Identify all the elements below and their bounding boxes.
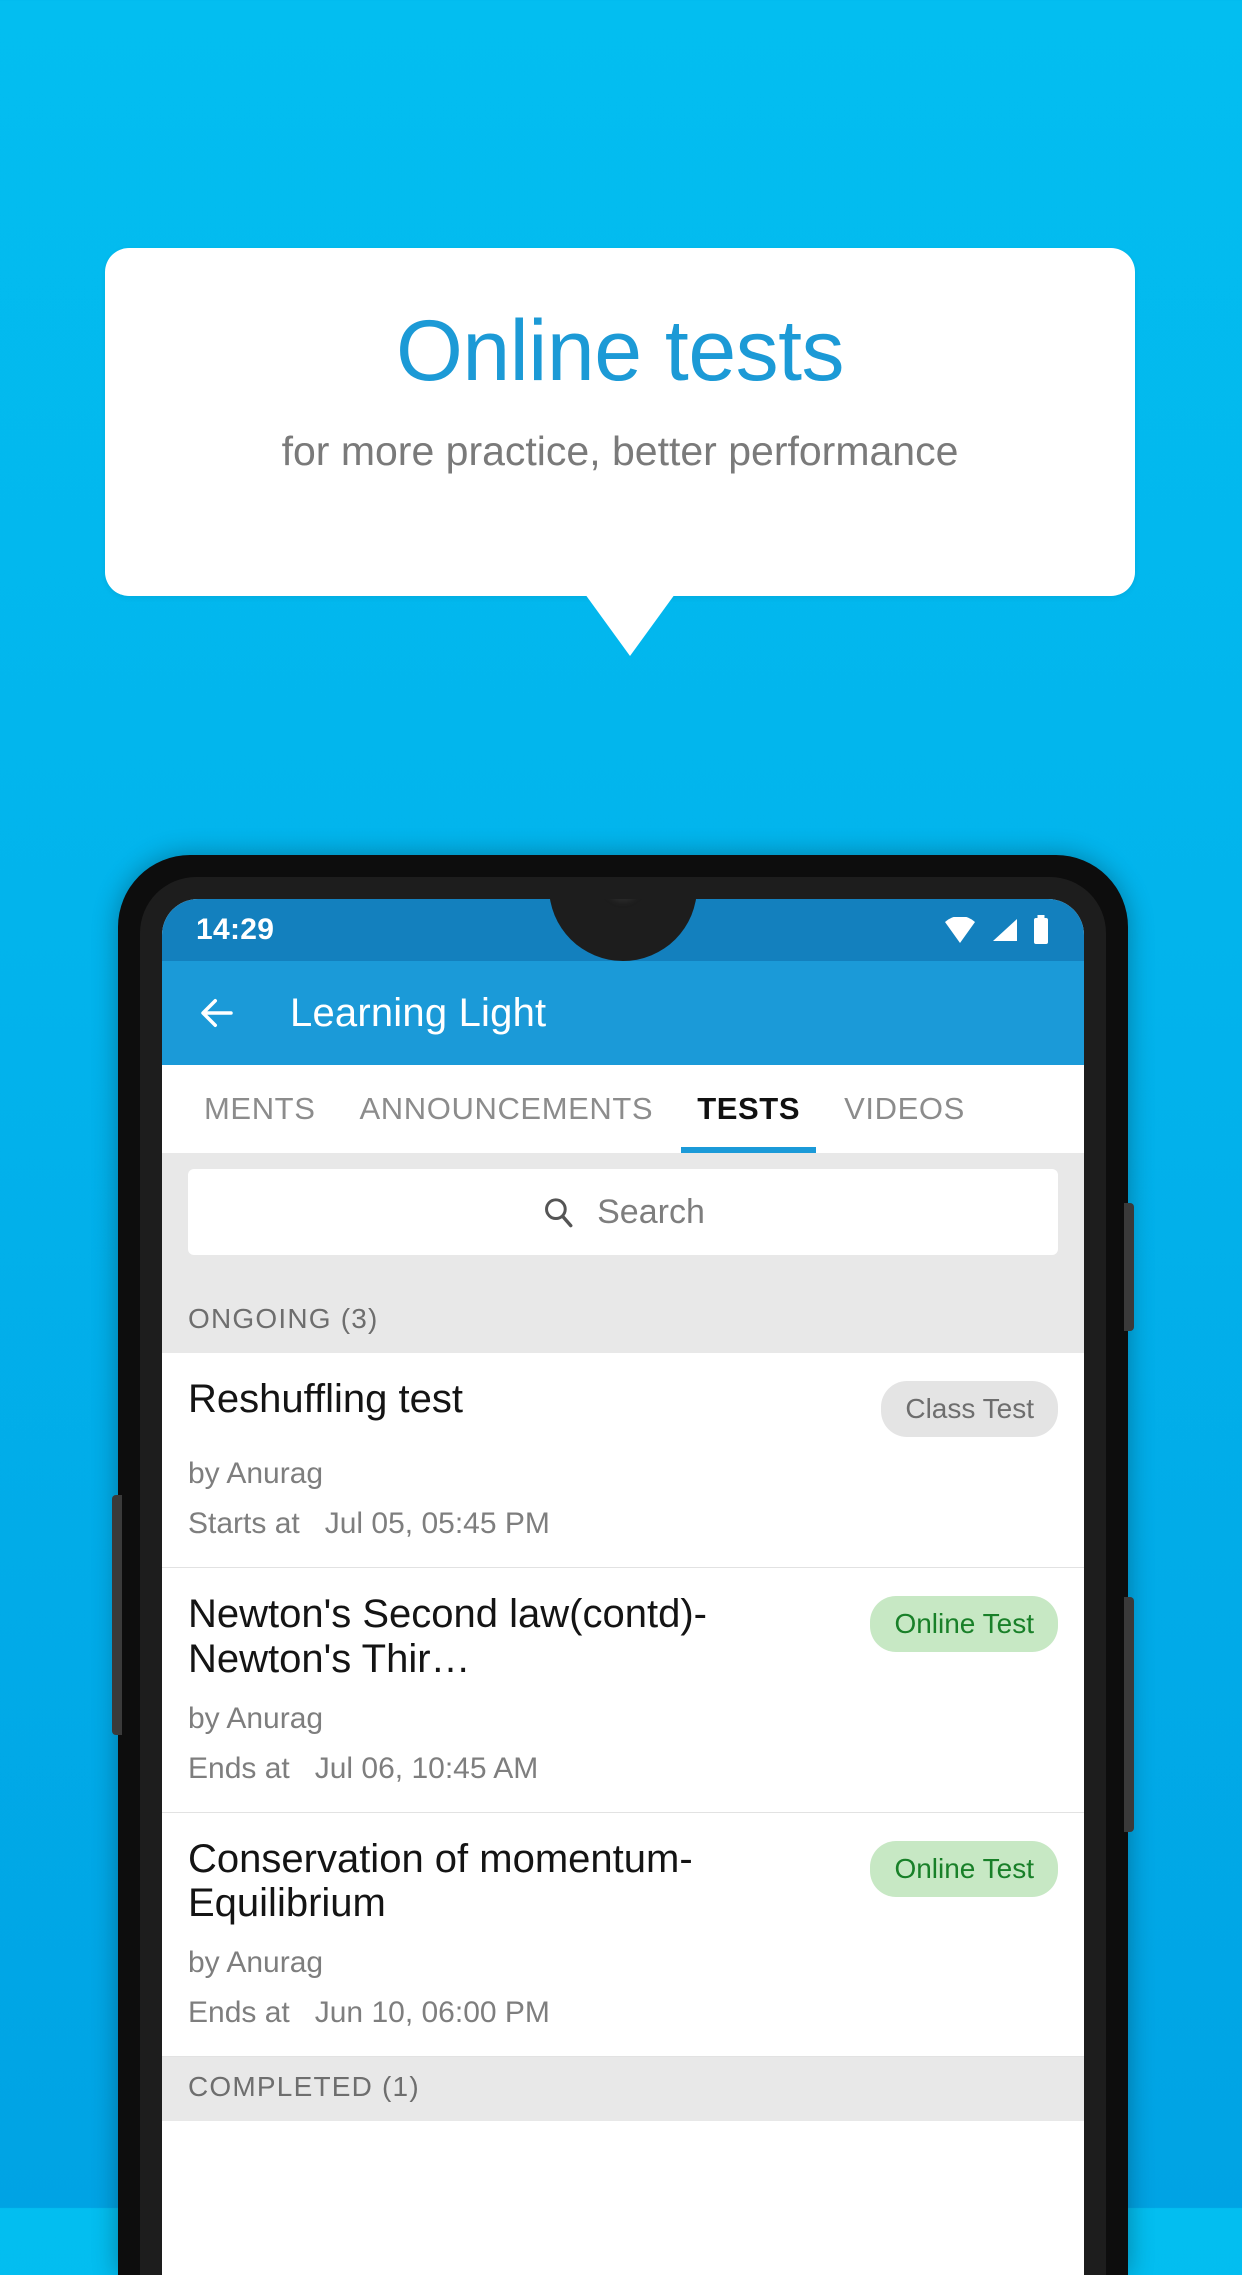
test-time-value: Jun 10, 06:00 PM [314, 1996, 550, 2030]
test-time-value: Jul 06, 10:45 AM [314, 1751, 539, 1785]
back-arrow-icon[interactable] [196, 992, 238, 1034]
test-title: Reshuffling test [188, 1377, 463, 1421]
promo-subtitle: for more practice, better performance [281, 428, 959, 474]
test-time-label: Starts at [188, 1507, 300, 1540]
test-time-label: Ends at [188, 1996, 290, 2030]
phone-device-frame: 14:29 Learning Light MENTS ANNOUNCEMENTS… [112, 855, 1134, 2275]
status-bar-icons [944, 915, 1050, 945]
search-input[interactable]: Search [188, 1169, 1058, 1255]
phone-screen: 14:29 Learning Light MENTS ANNOUNCEMENTS… [162, 899, 1084, 2275]
test-item-header: Reshuffling test Class Test [188, 1377, 1058, 1437]
test-item-header: Conservation of momentum-Equilibrium Onl… [188, 1837, 1058, 1927]
test-author: by Anurag [188, 1946, 324, 1980]
battery-icon [1034, 915, 1048, 944]
status-bar: 14:29 [162, 899, 1084, 961]
promo-bubble: Online tests for more practice, better p… [105, 248, 1135, 596]
tab-ments[interactable]: MENTS [182, 1065, 338, 1153]
test-title: Newton's Second law(contd)-Newton's Thir… [188, 1592, 707, 1681]
test-list-item[interactable]: Reshuffling test Class Test by Anurag St… [162, 1353, 1084, 1568]
volume-button-left[interactable] [112, 1495, 122, 1735]
signal-icon [993, 919, 1017, 941]
status-bar-time: 14:29 [196, 913, 275, 946]
test-time-value: Jul 05, 05:45 PM [324, 1507, 550, 1540]
test-time-label: Ends at [188, 1751, 290, 1785]
volume-button-right[interactable] [1124, 1597, 1134, 1832]
tab-announcements[interactable]: ANNOUNCEMENTS [338, 1065, 676, 1153]
section-header-completed: COMPLETED (1) [162, 2057, 1084, 2122]
wifi-icon [945, 917, 975, 943]
test-type-badge: Class Test [881, 1381, 1058, 1437]
test-time: Ends at Jul 06, 10:45 AM [188, 1752, 1058, 1786]
test-author: by Anurag [188, 1457, 324, 1490]
test-type-badge: Online Test [870, 1840, 1058, 1897]
test-list-item[interactable]: Conservation of momentum-Equilibrium Onl… [162, 1812, 1084, 2058]
promo-title: Online tests [395, 303, 845, 399]
search-placeholder: Search [597, 1192, 705, 1231]
tab-tests[interactable]: TESTS [675, 1065, 822, 1153]
section-header-ongoing: ONGOING (3) [162, 1289, 1084, 1353]
test-time: Starts at Jul 05, 05:45 PM [188, 1507, 1058, 1541]
app-bar: Learning Light [162, 961, 1084, 1065]
test-item-header: Newton's Second law(contd)-Newton's Thir… [188, 1592, 1058, 1682]
promo-bubble-tail [585, 594, 675, 656]
test-author: by Anurag [188, 1701, 324, 1735]
tab-videos[interactable]: VIDEOS [822, 1065, 987, 1153]
test-list-item[interactable]: Newton's Second law(contd)-Newton's Thir… [162, 1568, 1084, 1813]
tests-content: Search ONGOING (3) Reshuffling test Clas… [162, 1153, 1084, 2275]
tab-bar: MENTS ANNOUNCEMENTS TESTS VIDEOS [162, 1065, 1084, 1153]
power-button[interactable] [1124, 1203, 1134, 1331]
app-bar-title: Learning Light [290, 990, 547, 1035]
test-type-badge: Online Test [870, 1596, 1058, 1652]
test-time: Ends at Jun 10, 06:00 PM [188, 1996, 1058, 2030]
search-icon [545, 1198, 573, 1228]
search-region: Search [162, 1153, 1084, 1289]
test-title: Conservation of momentum-Equilibrium [188, 1836, 693, 1926]
